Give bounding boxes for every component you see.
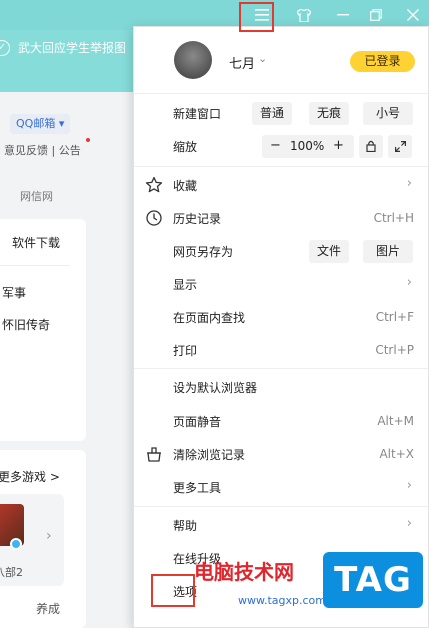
zoom-level: 100% xyxy=(290,139,325,153)
broom-icon xyxy=(145,445,163,463)
watermark-logo: TAG xyxy=(323,552,423,608)
menu-item-zoom: 缩放 − 100% + xyxy=(134,130,428,163)
software-download-link[interactable]: 软件下载 xyxy=(12,234,60,251)
divider xyxy=(134,166,428,167)
username[interactable]: 七月 xyxy=(229,53,255,72)
game-name: 八部2 xyxy=(0,566,23,579)
legend-game-link[interactable]: 怀旧传奇 xyxy=(2,316,50,333)
menu-item-label: 帮助 xyxy=(173,519,198,533)
lock-icon[interactable] xyxy=(359,135,383,158)
menu-item-label: 在页面内查找 xyxy=(173,311,246,325)
watermark-text: 电脑技术网 xyxy=(194,560,294,584)
feedback-link[interactable]: 意见反馈 | 公告 xyxy=(4,142,81,158)
browser-main-menu: 七月 ⌄ 已登录 新建窗口 普通 无痕 小号 缩放 − 100% + 收藏 › xyxy=(133,26,429,628)
clock-icon xyxy=(145,209,163,227)
menu-item-mute[interactable]: 页面静音 Alt+M xyxy=(134,405,428,438)
new-alt-account-window-button[interactable]: 小号 xyxy=(363,102,413,125)
new-incognito-window-button[interactable]: 无痕 xyxy=(309,102,349,125)
menu-item-label: 页面静音 xyxy=(173,415,222,429)
chevron-right-icon[interactable]: › xyxy=(46,528,52,544)
menu-item-label: 清除浏览记录 xyxy=(173,448,246,462)
menu-item-label: 新建窗口 xyxy=(173,107,222,121)
menu-item-label: 设为默认浏览器 xyxy=(173,381,258,395)
user-row: 七月 ⌄ 已登录 xyxy=(134,27,428,93)
divider xyxy=(134,506,428,507)
star-icon xyxy=(145,176,163,194)
shortcut-label: Alt+X xyxy=(379,447,414,461)
menu-item-help[interactable]: 帮助 › xyxy=(134,509,428,542)
logged-in-badge[interactable]: 已登录 xyxy=(350,51,415,72)
divider xyxy=(134,368,428,369)
menu-item-favorites[interactable]: 收藏 › xyxy=(134,169,428,202)
menu-item-label: 显示 xyxy=(173,278,198,292)
yangcheng-link[interactable]: 养成 xyxy=(36,600,60,617)
menu-item-more-tools[interactable]: 更多工具 › xyxy=(134,471,428,504)
military-link[interactable]: 军事 xyxy=(2,284,26,301)
watermark-url: www.tagxp.com xyxy=(238,594,326,607)
zoom-control: − 100% + xyxy=(262,135,354,158)
save-as-file-button[interactable]: 文件 xyxy=(309,240,349,263)
game-tile[interactable]: › 八部2 xyxy=(0,494,64,586)
menu-item-label: 网页另存为 xyxy=(173,245,234,259)
menu-item-default-browser[interactable]: 设为默认浏览器 xyxy=(134,371,428,404)
menu-item-label: 历史记录 xyxy=(173,212,222,226)
menu-item-save-as: 网页另存为 文件 图片 xyxy=(134,235,428,268)
notification-dot xyxy=(86,138,90,142)
save-as-image-button[interactable]: 图片 xyxy=(363,240,413,263)
highlight-menu-box xyxy=(239,2,274,32)
zoom-in-button[interactable]: + xyxy=(333,138,344,153)
links-card: 软件下载 军事 怀旧传奇 xyxy=(0,219,86,441)
menu-item-label: 打印 xyxy=(173,344,198,358)
avatar[interactable] xyxy=(174,41,212,79)
page-content: QQ邮箱 ▾ 意见反馈 | 公告 网信网 软件下载 军事 怀旧传奇 更多游戏 >… xyxy=(0,92,135,628)
shortcut-label: Alt+M xyxy=(377,414,414,428)
menu-item-print[interactable]: 打印 Ctrl+P xyxy=(134,334,428,367)
notice-icon: ✓ xyxy=(0,40,10,56)
divider xyxy=(0,265,70,266)
new-normal-window-button[interactable]: 普通 xyxy=(252,102,292,125)
menu-item-history[interactable]: 历史记录 Ctrl+H xyxy=(134,202,428,235)
more-games-link[interactable]: 更多游戏 > xyxy=(0,468,60,485)
shortcut-label: Ctrl+F xyxy=(375,310,414,324)
shortcut-label: Ctrl+P xyxy=(375,343,414,357)
chevron-right-icon: › xyxy=(406,516,412,531)
wangxin-link[interactable]: 网信网 xyxy=(20,188,53,204)
game-badge-icon xyxy=(10,538,22,550)
divider xyxy=(134,93,428,94)
chevron-right-icon: › xyxy=(406,176,412,191)
menu-item-find[interactable]: 在页面内查找 Ctrl+F xyxy=(134,301,428,334)
menu-item-display[interactable]: 显示 › xyxy=(134,268,428,301)
menu-item-new-window: 新建窗口 普通 无痕 小号 xyxy=(134,97,428,130)
shortcut-label: Ctrl+H xyxy=(373,211,414,225)
qq-mail-button[interactable]: QQ邮箱 ▾ xyxy=(10,114,71,134)
menu-item-label: 收藏 xyxy=(173,179,198,193)
notice-text[interactable]: 武大回应学生举报图 xyxy=(18,39,126,56)
fullscreen-icon[interactable] xyxy=(388,135,412,158)
menu-item-label: 缩放 xyxy=(173,140,198,154)
chevron-right-icon: › xyxy=(406,478,412,493)
menu-item-clear-history[interactable]: 清除浏览记录 Alt+X xyxy=(134,438,428,471)
chevron-down-icon[interactable]: ⌄ xyxy=(258,52,267,65)
chevron-right-icon: › xyxy=(406,275,412,290)
zoom-out-button[interactable]: − xyxy=(270,138,281,153)
menu-item-label: 更多工具 xyxy=(173,481,222,495)
highlight-options-box xyxy=(151,574,195,607)
